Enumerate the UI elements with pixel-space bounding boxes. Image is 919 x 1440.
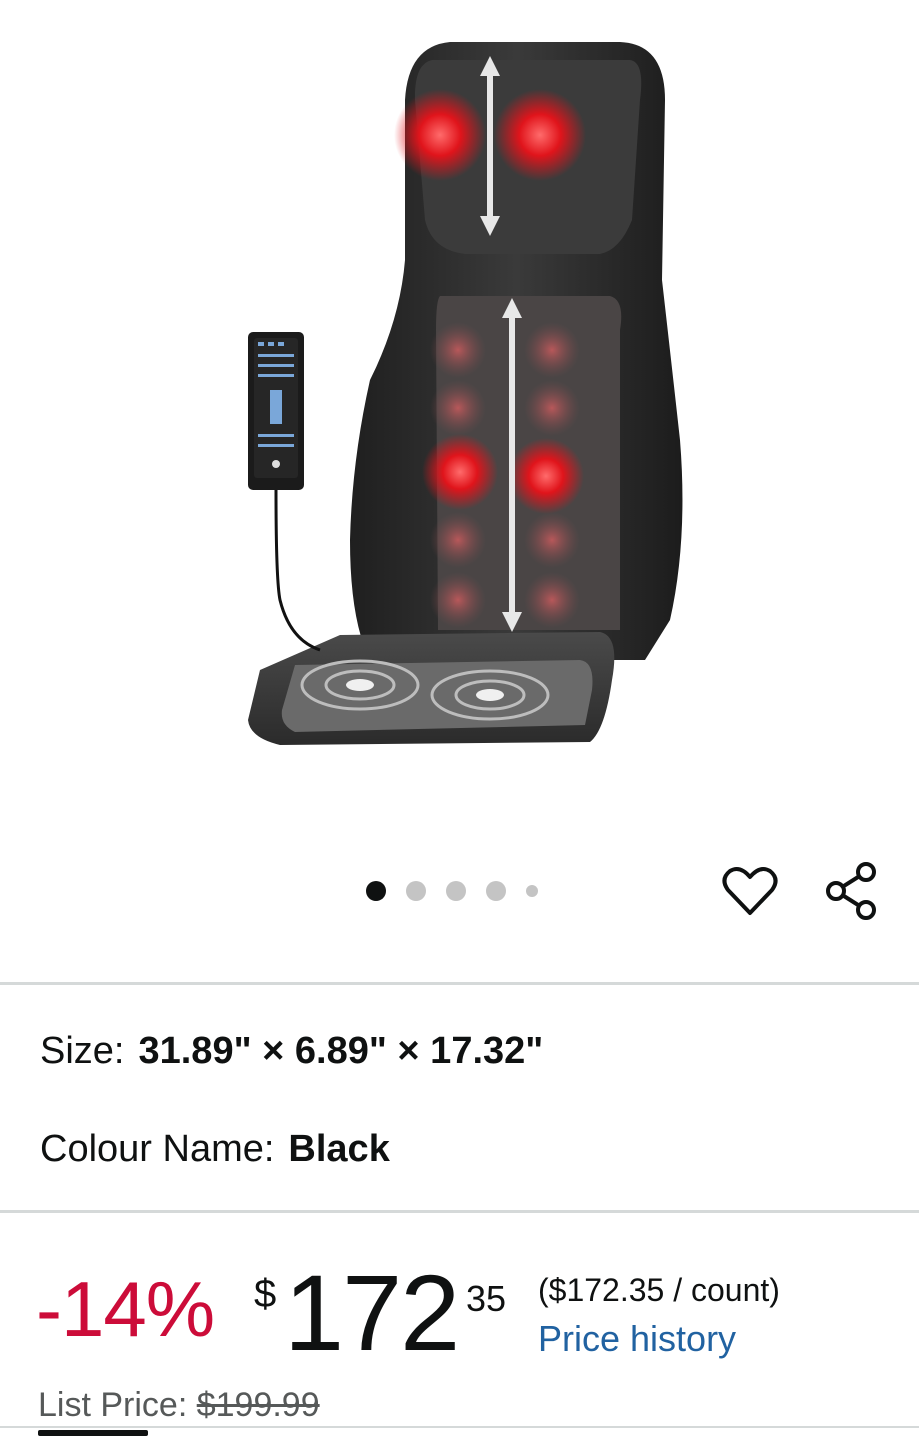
image-carousel-indicator[interactable] xyxy=(366,880,538,902)
size-value: 31.89" × 6.89" × 17.32" xyxy=(138,1030,544,1072)
price-fraction: 35 xyxy=(466,1278,507,1319)
unit-price: ($172.35 / count) xyxy=(538,1272,780,1308)
size-attribute: Size: 31.89" × 6.89" × 17.32" xyxy=(40,1030,543,1073)
section-divider xyxy=(0,1426,919,1428)
carousel-dot-5[interactable] xyxy=(526,885,538,897)
colour-attribute: Colour Name: Black xyxy=(40,1128,390,1171)
list-price-value: $199.99 xyxy=(196,1386,320,1424)
price-currency-symbol: $ xyxy=(254,1272,277,1316)
colour-value: Black xyxy=(288,1128,390,1170)
size-label: Size: xyxy=(40,1030,125,1072)
list-price-label: List Price: xyxy=(38,1386,188,1424)
product-image[interactable] xyxy=(200,20,720,800)
carousel-dot-3[interactable] xyxy=(446,881,466,901)
share-button[interactable] xyxy=(820,859,884,923)
discount-percentage: -14% xyxy=(36,1265,215,1353)
massage-seat-cushion-image xyxy=(248,42,683,745)
carousel-dot-2[interactable] xyxy=(406,881,426,901)
wishlist-button[interactable] xyxy=(718,859,782,923)
carousel-dot-4[interactable] xyxy=(486,881,506,901)
section-divider xyxy=(0,1210,919,1213)
list-price: List Price: $199.99 xyxy=(38,1386,320,1425)
carousel-dot-1[interactable] xyxy=(366,881,386,901)
heart-icon xyxy=(722,867,778,915)
share-icon xyxy=(826,862,876,920)
price-history-link[interactable]: Price history xyxy=(538,1318,736,1360)
list-price-underline xyxy=(38,1430,148,1436)
colour-label: Colour Name: xyxy=(40,1128,275,1170)
section-divider xyxy=(0,982,919,985)
price-whole: 172 xyxy=(284,1252,460,1373)
